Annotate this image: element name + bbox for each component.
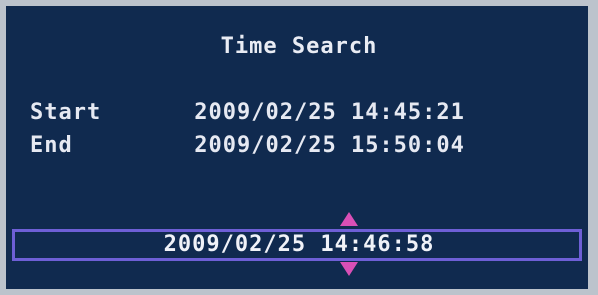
dialog-title: Time Search (220, 34, 378, 59)
arrow-down-icon[interactable] (340, 262, 358, 276)
arrow-up-icon[interactable] (340, 212, 358, 226)
search-time-value[interactable]: 2009/02/25 14:46:58 (0, 232, 598, 257)
start-value: 2009/02/25 14:45:21 (194, 100, 465, 125)
start-label: Start (30, 100, 102, 125)
end-label: End (30, 133, 73, 158)
end-row: End 2009/02/25 15:50:04 (30, 133, 465, 158)
start-row: Start 2009/02/25 14:45:21 (30, 100, 465, 125)
end-value: 2009/02/25 15:50:04 (194, 133, 465, 158)
